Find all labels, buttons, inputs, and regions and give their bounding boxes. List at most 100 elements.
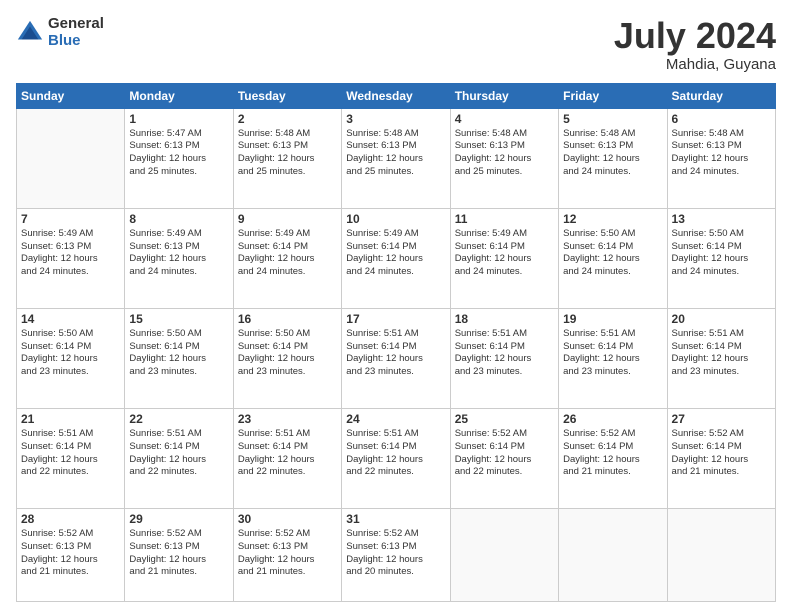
- day-info: Sunrise: 5:48 AM Sunset: 6:13 PM Dayligh…: [238, 128, 337, 179]
- day-info: Sunrise: 5:51 AM Sunset: 6:14 PM Dayligh…: [563, 328, 662, 379]
- day-number: 19: [563, 312, 662, 326]
- calendar-row: 28Sunrise: 5:52 AM Sunset: 6:13 PM Dayli…: [17, 509, 776, 602]
- title-area: July 2024 Mahdia, Guyana: [614, 16, 776, 73]
- day-info: Sunrise: 5:52 AM Sunset: 6:14 PM Dayligh…: [455, 428, 554, 479]
- day-info: Sunrise: 5:50 AM Sunset: 6:14 PM Dayligh…: [563, 228, 662, 279]
- day-info: Sunrise: 5:50 AM Sunset: 6:14 PM Dayligh…: [672, 228, 771, 279]
- calendar-cell: 9Sunrise: 5:49 AM Sunset: 6:14 PM Daylig…: [233, 208, 341, 308]
- day-number: 24: [346, 412, 445, 426]
- day-number: 13: [672, 212, 771, 226]
- day-info: Sunrise: 5:52 AM Sunset: 6:14 PM Dayligh…: [672, 428, 771, 479]
- day-info: Sunrise: 5:51 AM Sunset: 6:14 PM Dayligh…: [455, 328, 554, 379]
- calendar-cell: 14Sunrise: 5:50 AM Sunset: 6:14 PM Dayli…: [17, 308, 125, 408]
- calendar-cell: [559, 509, 667, 602]
- calendar-header-saturday: Saturday: [667, 83, 775, 108]
- day-number: 1: [129, 112, 228, 126]
- day-number: 8: [129, 212, 228, 226]
- day-number: 10: [346, 212, 445, 226]
- logo: General Blue: [16, 16, 104, 49]
- day-number: 23: [238, 412, 337, 426]
- day-info: Sunrise: 5:51 AM Sunset: 6:14 PM Dayligh…: [346, 328, 445, 379]
- day-number: 3: [346, 112, 445, 126]
- calendar-header-row: SundayMondayTuesdayWednesdayThursdayFrid…: [17, 83, 776, 108]
- day-info: Sunrise: 5:50 AM Sunset: 6:14 PM Dayligh…: [238, 328, 337, 379]
- day-number: 15: [129, 312, 228, 326]
- day-info: Sunrise: 5:48 AM Sunset: 6:13 PM Dayligh…: [563, 128, 662, 179]
- header: General Blue July 2024 Mahdia, Guyana: [16, 16, 776, 73]
- day-info: Sunrise: 5:48 AM Sunset: 6:13 PM Dayligh…: [455, 128, 554, 179]
- day-info: Sunrise: 5:52 AM Sunset: 6:13 PM Dayligh…: [238, 528, 337, 579]
- day-number: 16: [238, 312, 337, 326]
- logo-text: General Blue: [48, 16, 104, 49]
- day-number: 18: [455, 312, 554, 326]
- day-number: 7: [21, 212, 120, 226]
- day-info: Sunrise: 5:51 AM Sunset: 6:14 PM Dayligh…: [129, 428, 228, 479]
- location: Mahdia, Guyana: [614, 56, 776, 73]
- calendar-cell: 4 Sunrise: 5:48 AM Sunset: 6:13 PM Daylig…: [450, 108, 558, 208]
- calendar-row: 7 Sunrise: 5:49 AM Sunset: 6:13 PM Daylig…: [17, 208, 776, 308]
- day-number: 17: [346, 312, 445, 326]
- calendar-cell: 18 Sunrise: 5:51 AM Sunset: 6:14 PM Dayli…: [450, 308, 558, 408]
- day-number: 4: [455, 112, 554, 126]
- calendar-cell: 20Sunrise: 5:51 AM Sunset: 6:14 PM Dayli…: [667, 308, 775, 408]
- day-number: 9: [238, 212, 337, 226]
- calendar-cell: 3 Sunrise: 5:48 AM Sunset: 6:13 PM Daylig…: [342, 108, 450, 208]
- calendar-cell: 8 Sunrise: 5:49 AM Sunset: 6:13 PM Daylig…: [125, 208, 233, 308]
- day-info: Sunrise: 5:48 AM Sunset: 6:13 PM Dayligh…: [672, 128, 771, 179]
- logo-general-text: General: [48, 16, 104, 33]
- day-info: Sunrise: 5:48 AM Sunset: 6:13 PM Dayligh…: [346, 128, 445, 179]
- calendar-cell: 12 Sunrise: 5:50 AM Sunset: 6:14 PM Dayli…: [559, 208, 667, 308]
- calendar-cell: 16 Sunrise: 5:50 AM Sunset: 6:14 PM Dayli…: [233, 308, 341, 408]
- logo-blue-text: Blue: [48, 33, 104, 50]
- day-info: Sunrise: 5:47 AM Sunset: 6:13 PM Dayligh…: [129, 128, 228, 179]
- day-number: 27: [672, 412, 771, 426]
- day-info: Sunrise: 5:52 AM Sunset: 6:13 PM Dayligh…: [346, 528, 445, 579]
- calendar-cell: [667, 509, 775, 602]
- day-number: 31: [346, 512, 445, 526]
- calendar-cell: [450, 509, 558, 602]
- calendar-header-wednesday: Wednesday: [342, 83, 450, 108]
- calendar-cell: 19 Sunrise: 5:51 AM Sunset: 6:14 PM Dayli…: [559, 308, 667, 408]
- day-info: Sunrise: 5:51 AM Sunset: 6:14 PM Dayligh…: [21, 428, 120, 479]
- calendar-cell: 23 Sunrise: 5:51 AM Sunset: 6:14 PM Dayli…: [233, 408, 341, 508]
- calendar-cell: 13 Sunrise: 5:50 AM Sunset: 6:14 PM Dayli…: [667, 208, 775, 308]
- day-info: Sunrise: 5:49 AM Sunset: 6:13 PM Dayligh…: [21, 228, 120, 279]
- calendar-cell: 10 Sunrise: 5:49 AM Sunset: 6:14 PM Dayli…: [342, 208, 450, 308]
- calendar-cell: 6 Sunrise: 5:48 AM Sunset: 6:13 PM Daylig…: [667, 108, 775, 208]
- logo-icon: [16, 19, 44, 47]
- day-number: 21: [21, 412, 120, 426]
- calendar-cell: [17, 108, 125, 208]
- calendar-cell: 29Sunrise: 5:52 AM Sunset: 6:13 PM Dayli…: [125, 509, 233, 602]
- calendar-cell: 30Sunrise: 5:52 AM Sunset: 6:13 PM Dayli…: [233, 509, 341, 602]
- calendar-cell: 7 Sunrise: 5:49 AM Sunset: 6:13 PM Daylig…: [17, 208, 125, 308]
- day-number: 11: [455, 212, 554, 226]
- day-number: 20: [672, 312, 771, 326]
- day-number: 12: [563, 212, 662, 226]
- calendar-row: 21 Sunrise: 5:51 AM Sunset: 6:14 PM Dayli…: [17, 408, 776, 508]
- calendar-cell: 27 Sunrise: 5:52 AM Sunset: 6:14 PM Dayli…: [667, 408, 775, 508]
- day-info: Sunrise: 5:51 AM Sunset: 6:14 PM Dayligh…: [238, 428, 337, 479]
- calendar-cell: 2Sunrise: 5:48 AM Sunset: 6:13 PM Daylig…: [233, 108, 341, 208]
- calendar-cell: 22 Sunrise: 5:51 AM Sunset: 6:14 PM Dayli…: [125, 408, 233, 508]
- calendar-row: 14Sunrise: 5:50 AM Sunset: 6:14 PM Dayli…: [17, 308, 776, 408]
- calendar-cell: 1 Sunrise: 5:47 AM Sunset: 6:13 PM Daylig…: [125, 108, 233, 208]
- calendar-header-sunday: Sunday: [17, 83, 125, 108]
- day-info: Sunrise: 5:50 AM Sunset: 6:14 PM Dayligh…: [21, 328, 120, 379]
- calendar-cell: 15Sunrise: 5:50 AM Sunset: 6:14 PM Dayli…: [125, 308, 233, 408]
- day-info: Sunrise: 5:49 AM Sunset: 6:13 PM Dayligh…: [129, 228, 228, 279]
- month-title: July 2024: [614, 16, 776, 56]
- calendar-row: 1 Sunrise: 5:47 AM Sunset: 6:13 PM Daylig…: [17, 108, 776, 208]
- calendar-header-thursday: Thursday: [450, 83, 558, 108]
- calendar-cell: 28Sunrise: 5:52 AM Sunset: 6:13 PM Dayli…: [17, 509, 125, 602]
- day-info: Sunrise: 5:52 AM Sunset: 6:13 PM Dayligh…: [21, 528, 120, 579]
- day-number: 6: [672, 112, 771, 126]
- day-info: Sunrise: 5:51 AM Sunset: 6:14 PM Dayligh…: [346, 428, 445, 479]
- day-info: Sunrise: 5:52 AM Sunset: 6:13 PM Dayligh…: [129, 528, 228, 579]
- calendar-cell: 21 Sunrise: 5:51 AM Sunset: 6:14 PM Dayli…: [17, 408, 125, 508]
- day-number: 22: [129, 412, 228, 426]
- calendar-cell: 11 Sunrise: 5:49 AM Sunset: 6:14 PM Dayli…: [450, 208, 558, 308]
- calendar-header-friday: Friday: [559, 83, 667, 108]
- day-info: Sunrise: 5:49 AM Sunset: 6:14 PM Dayligh…: [346, 228, 445, 279]
- day-info: Sunrise: 5:49 AM Sunset: 6:14 PM Dayligh…: [455, 228, 554, 279]
- calendar-table: SundayMondayTuesdayWednesdayThursdayFrid…: [16, 83, 776, 602]
